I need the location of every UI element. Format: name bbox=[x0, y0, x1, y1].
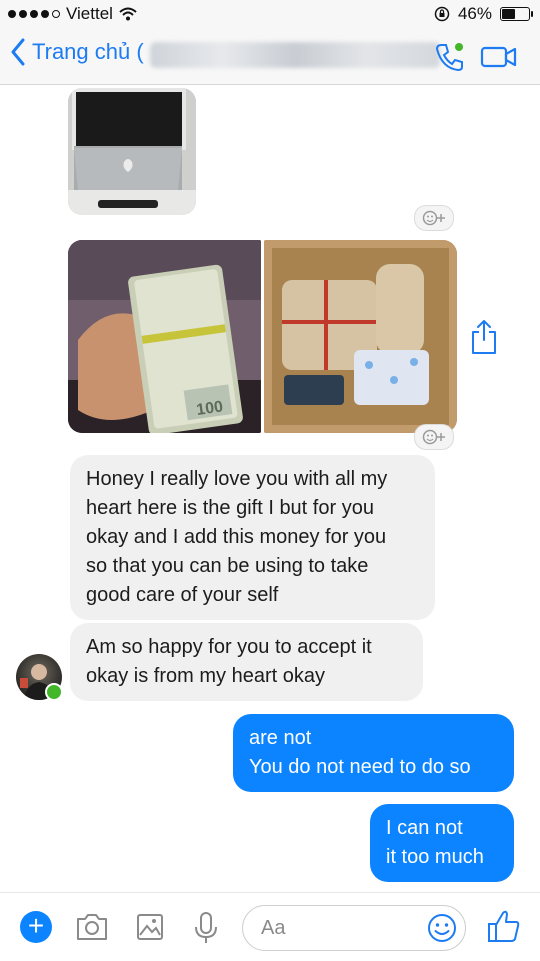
reaction-button[interactable] bbox=[414, 424, 454, 450]
photo-laptop-box[interactable] bbox=[68, 88, 196, 215]
status-left: Viettel bbox=[8, 4, 137, 24]
reaction-button[interactable] bbox=[414, 205, 454, 231]
message-line: good care of your self bbox=[86, 584, 279, 606]
camera-icon[interactable] bbox=[72, 907, 112, 947]
message-bubble-incoming[interactable]: Honey I really love you with all my hear… bbox=[70, 455, 435, 620]
battery-icon bbox=[500, 7, 533, 21]
message-line: Honey I really love you with all my bbox=[86, 468, 388, 490]
message-bubble-incoming[interactable]: Am so happy for you to accept it okay is… bbox=[70, 623, 423, 701]
status-bar: Viettel 46% bbox=[0, 0, 540, 28]
back-label: Trang chủ ( bbox=[32, 39, 144, 64]
message-line: I can not bbox=[386, 817, 463, 839]
signal-strength-icon bbox=[8, 10, 60, 18]
conversation-header: Trang chủ ( bbox=[0, 28, 540, 85]
message-composer: + Aa bbox=[0, 892, 540, 961]
message-bubble-outgoing[interactable]: are not You do not need to do so bbox=[233, 714, 514, 792]
share-icon[interactable] bbox=[470, 318, 498, 356]
photo-money-stack[interactable]: 100 bbox=[68, 240, 261, 433]
message-line: are not bbox=[249, 727, 312, 749]
thumbs-up-icon[interactable] bbox=[486, 907, 522, 945]
message-line: You do not need to do so bbox=[249, 756, 471, 778]
message-input-placeholder: Aa bbox=[261, 917, 286, 939]
wifi-icon bbox=[119, 7, 137, 21]
video-icon[interactable] bbox=[480, 42, 518, 72]
message-input[interactable]: Aa bbox=[242, 905, 466, 951]
status-right: 46% bbox=[434, 4, 533, 24]
microphone-icon[interactable] bbox=[186, 907, 226, 947]
online-status-icon bbox=[45, 683, 63, 701]
gallery-icon[interactable] bbox=[130, 907, 170, 947]
photo-gift-box[interactable] bbox=[264, 240, 457, 433]
message-line: heart here is the gift I but for you bbox=[86, 497, 374, 519]
message-line: Am so happy for you to accept it bbox=[86, 636, 372, 658]
carrier-name: Viettel bbox=[66, 4, 113, 23]
message-line: okay and I add this money for you bbox=[86, 526, 387, 548]
message-line: it too much bbox=[386, 846, 484, 868]
contact-name-blurred bbox=[150, 42, 440, 68]
battery-percent: 46% bbox=[457, 4, 492, 23]
message-line: okay is from my heart okay bbox=[86, 665, 325, 687]
back-button[interactable]: Trang chủ ( bbox=[10, 38, 144, 66]
reaction-icon bbox=[422, 210, 445, 226]
reaction-icon bbox=[422, 429, 445, 445]
emoji-icon[interactable] bbox=[425, 911, 459, 945]
lock-rotation-icon bbox=[434, 6, 450, 22]
back-chevron-icon bbox=[11, 38, 25, 66]
plus-icon[interactable]: + bbox=[20, 911, 52, 943]
message-line: so that you can be using to take bbox=[86, 555, 369, 577]
phone-icon[interactable] bbox=[432, 40, 466, 74]
message-bubble-outgoing[interactable]: I can not it too much bbox=[370, 804, 514, 882]
